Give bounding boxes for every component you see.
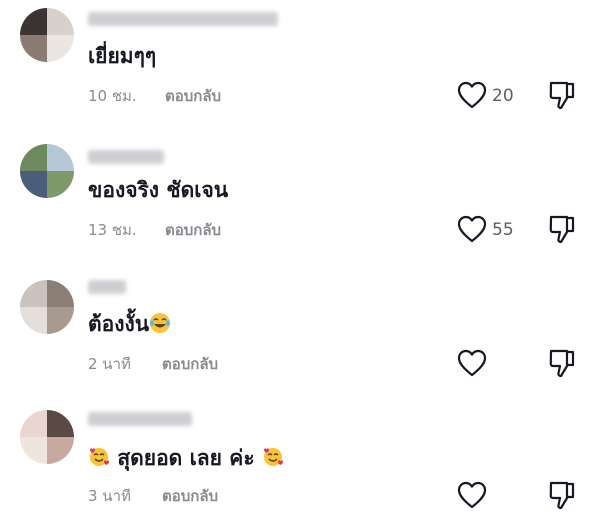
- like-button[interactable]: [456, 348, 488, 378]
- reply-button[interactable]: ตอบกลับ: [165, 220, 221, 240]
- avatar[interactable]: [20, 280, 74, 334]
- like-button[interactable]: [456, 80, 488, 110]
- heart-outline-icon: [457, 481, 487, 509]
- avatar[interactable]: [20, 8, 74, 62]
- comment-timestamp: 2 นาที: [88, 355, 131, 373]
- username-blurred[interactable]: [88, 150, 164, 164]
- dislike-button[interactable]: [546, 346, 578, 380]
- thumbs-down-outline-icon: [549, 481, 575, 510]
- smiling-face-with-hearts-emoji: [263, 448, 283, 466]
- dislike-button[interactable]: [546, 212, 578, 246]
- heart-outline-icon: [457, 81, 487, 109]
- avatar[interactable]: [20, 144, 74, 198]
- reply-button[interactable]: ตอบกลับ: [162, 486, 218, 506]
- dislike-button[interactable]: [546, 478, 578, 512]
- laughing-tears-emoji: [150, 313, 171, 333]
- thumbs-down-outline-icon: [549, 81, 575, 110]
- username-blurred[interactable]: [88, 12, 278, 26]
- username-blurred[interactable]: [88, 280, 126, 294]
- like-count: 20: [492, 86, 514, 106]
- heart-outline-icon: [457, 349, 487, 377]
- comment-item: ของจริง ชัดเจน 13 ชม. ตอบกลับ 55: [0, 134, 600, 260]
- comment-item: ต้องงั้น 2 นาที ตอบกลับ: [0, 268, 600, 394]
- reply-button[interactable]: ตอบกลับ: [165, 86, 221, 106]
- comment-item: สุดยอด เลย ค่ะ 3 นาที ตอบกลับ: [0, 400, 600, 526]
- heart-outline-icon: [457, 215, 487, 243]
- comment-text: สุดยอด เลย ค่ะ: [117, 446, 255, 470]
- username-blurred[interactable]: [88, 412, 192, 426]
- comment-item: เยี่ยมๆๆ 10 ชม. ตอบกลับ 20: [0, 0, 600, 126]
- like-count: 55: [492, 220, 514, 240]
- comment-text-row: ต้องงั้น: [88, 310, 171, 338]
- comment-text: เยี่ยมๆๆ: [88, 44, 157, 68]
- smiling-face-with-hearts-emoji: [90, 448, 109, 466]
- like-button[interactable]: [456, 480, 488, 510]
- comment-text: ต้องงั้น: [88, 312, 150, 336]
- reply-button[interactable]: ตอบกลับ: [162, 354, 218, 374]
- comment-text: ของจริง ชัดเจน: [88, 178, 229, 202]
- like-button[interactable]: [456, 214, 488, 244]
- dislike-button[interactable]: [546, 78, 578, 112]
- thumbs-down-outline-icon: [549, 349, 575, 378]
- thumbs-down-outline-icon: [549, 215, 575, 244]
- comment-timestamp: 3 นาที: [88, 487, 131, 505]
- avatar[interactable]: [20, 410, 74, 464]
- comment-timestamp: 13 ชม.: [88, 221, 137, 239]
- comment-text-row: สุดยอด เลย ค่ะ: [88, 444, 284, 472]
- comment-timestamp: 10 ชม.: [88, 87, 137, 105]
